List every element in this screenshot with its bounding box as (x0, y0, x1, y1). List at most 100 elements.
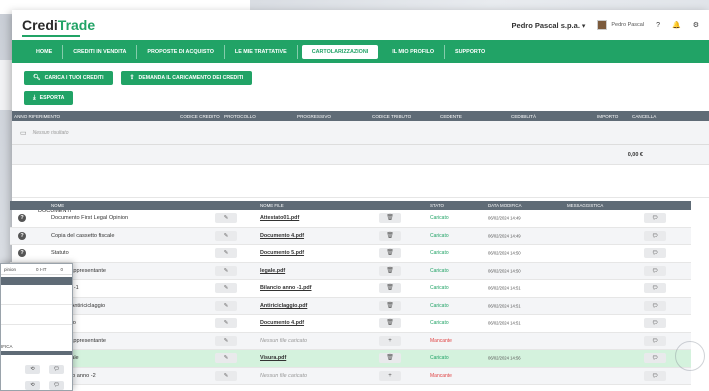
chat-icon[interactable]: 💬︎ (644, 283, 666, 294)
avatar (597, 20, 608, 30)
nav-item-home[interactable]: HOME (26, 44, 64, 59)
export-button[interactable]: ⤓ ESPORTA (24, 91, 74, 105)
chat-icon[interactable]: 💬︎ (644, 370, 666, 381)
col-header[interactable]: IMPORTO (597, 114, 618, 119)
trash-icon[interactable]: 🗑︎ (379, 248, 401, 259)
nav-item-supporto[interactable]: SUPPORTO (445, 45, 495, 59)
edit-icon[interactable]: ✎ (215, 353, 237, 364)
add-icon[interactable]: + (379, 335, 401, 346)
col-header[interactable]: PROGRESSIVO (297, 114, 331, 119)
delegate-upload-button[interactable]: ⇪ DEMANDA IL CARICAMENTO DEI CREDITI (120, 71, 253, 85)
status-text: Caricato (430, 267, 449, 274)
chat-icon[interactable]: 💬︎ (644, 213, 666, 224)
inbox-icon: ▭ (20, 129, 27, 137)
chat-icon[interactable]: 💬︎ (644, 265, 666, 276)
status-text: Caricato (430, 232, 449, 239)
file-name[interactable]: legale.pdf (260, 268, 285, 274)
nav-item-il-mio-profilo[interactable]: IL MIO PROFILO (382, 44, 446, 59)
edit-icon[interactable]: ✎ (215, 213, 237, 224)
modified-date: 06/02/2024 14:51 (488, 303, 521, 309)
table-row: ?a camerale✎Visura.pdf🗑︎Caricato06/02/20… (10, 350, 691, 368)
chat-icon[interactable]: 💬︎ (644, 300, 666, 311)
help-icon[interactable]: ? (18, 231, 26, 240)
documents-table-header: NOME NOME FILE STATO DATA MODIFICA MESSAGGIS… (10, 201, 691, 210)
trash-icon[interactable]: 🗑︎ (379, 283, 401, 294)
chat-icon[interactable]: 💬︎ (644, 230, 666, 241)
upload-credits-button[interactable]: 🔍︎ CARICA I TUOI CREDITI (24, 71, 113, 85)
col-header[interactable]: CODICE TRIBUTO (372, 114, 411, 119)
file-name[interactable]: Documento 5.pdf (260, 250, 304, 256)
add-icon[interactable]: + (379, 370, 401, 381)
file-name[interactable]: Bilancio anno -1.pdf (260, 285, 312, 291)
chat-icon[interactable]: 💬︎ (644, 318, 666, 329)
trash-icon[interactable]: 🗑︎ (379, 213, 401, 224)
edit-icon[interactable]: ✎ (215, 318, 237, 329)
file-name[interactable]: Documento 4.pdf (260, 233, 304, 239)
trash-icon[interactable]: 🗑︎ (379, 318, 401, 329)
modified-date: 06/02/2024 14:49 (488, 233, 521, 239)
col-header[interactable]: CEDENTE (440, 114, 462, 119)
file-name: Nessun file caricato (260, 372, 308, 379)
modified-date: 06/02/2024 14:51 (488, 285, 521, 291)
chat-icon[interactable]: 💬︎ (644, 335, 666, 346)
undo-icon[interactable]: ⟲ (25, 381, 40, 390)
edit-icon[interactable]: ✎ (215, 248, 237, 259)
table-row: ?tionario Antiriciclaggio✎Antiriciclaggi… (10, 297, 691, 315)
table-row: ?egale Rappresentante✎legale.pdf🗑︎Carica… (10, 262, 691, 280)
edit-icon[interactable]: ✎ (215, 335, 237, 346)
gear-icon[interactable]: ⚙ (693, 21, 699, 29)
user-menu[interactable]: Pedro Pascal (597, 20, 644, 30)
nav-item-proposte-di-acquisto[interactable]: PROPOSTE DI ACQUISTO (137, 44, 225, 59)
col-header[interactable]: CEDIBILITÀ (511, 114, 536, 119)
file-name[interactable]: Documento 4.pdf (260, 320, 304, 326)
col-header[interactable]: CANCELLA (632, 114, 656, 119)
col-header[interactable]: PROTOCOLLO (224, 114, 256, 119)
file-name[interactable]: Antiriciclaggio.pdf (260, 303, 307, 309)
total-amount: 0,00 € (627, 152, 643, 158)
app-logo[interactable]: CrediTrade (22, 17, 95, 33)
chat-icon[interactable]: 💬︎ (644, 248, 666, 259)
user-name: Pedro Pascal (611, 22, 645, 28)
document-name: Statuto (51, 250, 69, 257)
document-name: Documento First Legal Opinion (51, 215, 129, 222)
nav-item-cartolarizzazioni[interactable]: CARTOLARIZZAZIONI (301, 44, 379, 59)
file-name: Nessun file caricato (260, 337, 308, 344)
help-icon[interactable]: ? (18, 214, 26, 223)
status-text: Caricato (430, 355, 449, 362)
table-row: ?cio anno -1✎Bilancio anno -1.pdf🗑︎Caric… (10, 280, 691, 298)
bell-icon[interactable]: 🔔 (672, 21, 681, 29)
col-header: DATA MODIFICA (488, 203, 522, 208)
overlay-col-3: 0 (60, 266, 64, 272)
chat-icon[interactable]: 💬︎ (49, 365, 64, 374)
help-icon[interactable]: ? (18, 249, 26, 258)
total-row: 0,00 € (12, 145, 709, 165)
overlay-col-2: 0 I-IT (36, 266, 47, 272)
modified-date: 06/02/2024 14:56 (488, 355, 521, 361)
file-name[interactable]: Attestato01.pdf (260, 215, 299, 221)
edit-icon[interactable]: ✎ (215, 265, 237, 276)
col-header: STATO (430, 203, 444, 208)
table-row: ? Documento First Legal Opinion ✎ Attestato… (10, 210, 691, 228)
col-header[interactable]: CODICE CREDITO (180, 114, 220, 119)
chat-icon[interactable]: 💬︎ (49, 381, 64, 390)
undo-icon[interactable]: ⟲ (25, 365, 40, 374)
company-selector[interactable]: Pedro Pascal s.p.a. ▾ (512, 21, 586, 30)
table-row: ?o Bilancio anno -2✎Nessun file caricato… (10, 367, 691, 385)
chat-icon[interactable]: 💬︎ (644, 353, 666, 364)
trash-icon[interactable]: 🗑︎ (379, 265, 401, 276)
trash-icon[interactable]: 🗑︎ (379, 230, 401, 241)
edit-icon[interactable]: ✎ (215, 300, 237, 311)
edit-icon[interactable]: ✎ (215, 230, 237, 241)
empty-text: Nessun risultato (32, 129, 69, 136)
trash-icon[interactable]: 🗑︎ (379, 353, 401, 364)
edit-icon[interactable]: ✎ (215, 283, 237, 294)
file-name[interactable]: Visura.pdf (260, 355, 286, 361)
overlay-label: IFICA (1, 344, 13, 349)
help-icon[interactable]: ? (656, 22, 660, 29)
nav-item-le-mie-trattative[interactable]: LE MIE TRATTATIVE (225, 44, 298, 59)
edit-icon[interactable]: ✎ (215, 370, 237, 381)
modified-date: 06/02/2024 14:50 (488, 250, 521, 256)
col-header[interactable]: ANNO RIFERIMENTO (14, 114, 60, 119)
nav-item-crediti-in-vendita[interactable]: CREDITI IN VENDITA (63, 44, 138, 59)
trash-icon[interactable]: 🗑︎ (379, 300, 401, 311)
